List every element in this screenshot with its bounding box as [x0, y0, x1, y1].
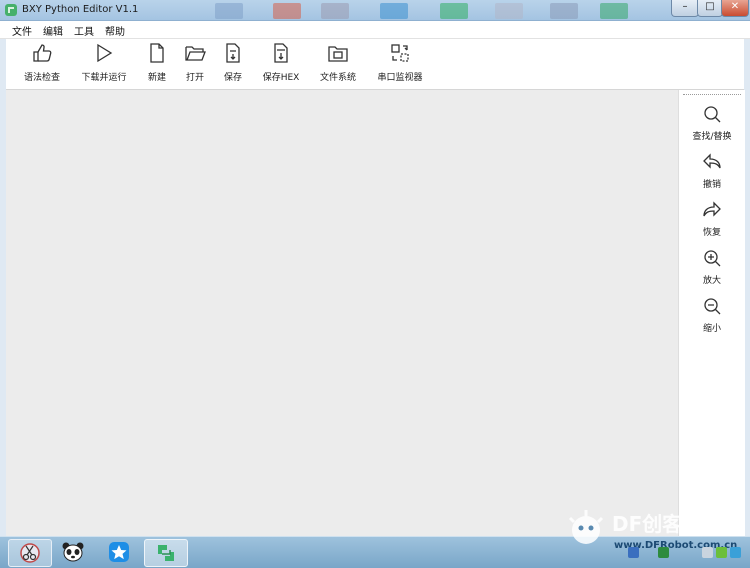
save-hex-button[interactable]: 保存HEX [260, 42, 302, 86]
zoom-out-icon [704, 298, 721, 315]
menu-bar: 文件 编辑 工具 帮助 [0, 21, 750, 39]
watermark-text: DF创客 [612, 512, 683, 536]
zoom-in-button[interactable]: 放大 [679, 248, 745, 286]
maximize-button[interactable]: □ [697, 0, 723, 17]
tray-nvidia-icon[interactable] [658, 547, 669, 558]
taskbar-app-panda[interactable] [52, 539, 94, 565]
window-title: BXY Python Editor V1.1 [22, 4, 139, 15]
undo-icon [703, 153, 721, 169]
new-file-button[interactable]: 新建 [140, 42, 174, 86]
menu-help[interactable]: 帮助 [105, 23, 125, 38]
zoom-out-button[interactable]: 缩小 [679, 296, 745, 334]
taskbar-app-bxy-editor[interactable] [144, 539, 188, 567]
file-system-icon [328, 46, 348, 62]
save-button[interactable]: 保存 [216, 42, 250, 86]
side-toolbar-divider [683, 94, 741, 95]
tray-volume-icon[interactable] [730, 547, 741, 558]
tray-help-icon[interactable] [628, 547, 639, 558]
app-logo-icon [5, 4, 17, 16]
tray-app-icon[interactable] [716, 547, 727, 558]
toolbar-label: 打开 [185, 73, 204, 83]
background-windows [215, 3, 675, 19]
taskbar-app-snipping[interactable] [8, 539, 52, 567]
app-window: BXY Python Editor V1.1 – □ ✕ 文件 编辑 工具 帮助… [0, 0, 750, 536]
side-label: 缩小 [702, 324, 721, 334]
python-icon [158, 545, 174, 561]
scissors-icon [20, 543, 40, 563]
undo-button[interactable]: 撤销 [679, 152, 745, 190]
side-toolbar: 查找/替换 撤销 恢复 放大 缩小 [678, 90, 745, 536]
side-label: 撤销 [702, 180, 721, 190]
menu-edit[interactable]: 编辑 [43, 23, 63, 38]
star-app-icon [109, 542, 129, 562]
thumbs-up-icon [33, 44, 52, 62]
toolbar-label: 保存 [223, 73, 242, 83]
side-label: 恢复 [702, 228, 721, 238]
redo-icon [703, 201, 721, 217]
file-system-button[interactable]: 文件系统 [314, 42, 362, 86]
minimize-button[interactable]: – [671, 0, 699, 17]
menu-tools[interactable]: 工具 [74, 23, 94, 38]
toolbar-label: 文件系统 [319, 73, 356, 83]
toolbar: 语法检查 下载并运行 新建 打开 保存 保存HEX 文件系统 串口监视器 [6, 39, 744, 90]
syntax-check-button[interactable]: 语法检查 [16, 42, 68, 86]
play-icon [97, 43, 113, 63]
toolbar-label: 下载并运行 [81, 73, 127, 83]
serial-monitor-button[interactable]: 串口监视器 [372, 42, 428, 86]
toolbar-label: 语法检查 [23, 73, 60, 83]
save-hex-icon [274, 43, 288, 63]
taskbar-app-star[interactable] [98, 539, 140, 565]
menu-file[interactable]: 文件 [12, 23, 32, 38]
save-py-icon [226, 43, 240, 63]
tray-network-icon[interactable] [702, 547, 713, 558]
open-button[interactable]: 打开 [178, 42, 212, 86]
redo-button[interactable]: 恢复 [679, 200, 745, 238]
toolbar-label: 保存HEX [262, 73, 300, 83]
serial-monitor-icon [391, 44, 409, 62]
panda-icon [62, 542, 84, 562]
toolbar-label: 串口监视器 [377, 73, 423, 83]
side-label: 查找/替换 [692, 132, 732, 142]
side-label: 放大 [702, 276, 721, 286]
new-file-icon [150, 43, 164, 63]
find-replace-button[interactable]: 查找/替换 [679, 104, 745, 142]
open-folder-icon [185, 46, 206, 61]
download-run-button[interactable]: 下载并运行 [76, 42, 132, 86]
code-editor[interactable] [6, 90, 678, 536]
toolbar-label: 新建 [147, 73, 166, 83]
watermark-logo-icon [568, 510, 604, 544]
search-icon [704, 106, 721, 123]
zoom-in-icon [704, 250, 721, 267]
title-bar[interactable]: BXY Python Editor V1.1 – □ ✕ [0, 0, 750, 21]
system-tray [612, 547, 748, 565]
close-button[interactable]: ✕ [721, 0, 749, 17]
